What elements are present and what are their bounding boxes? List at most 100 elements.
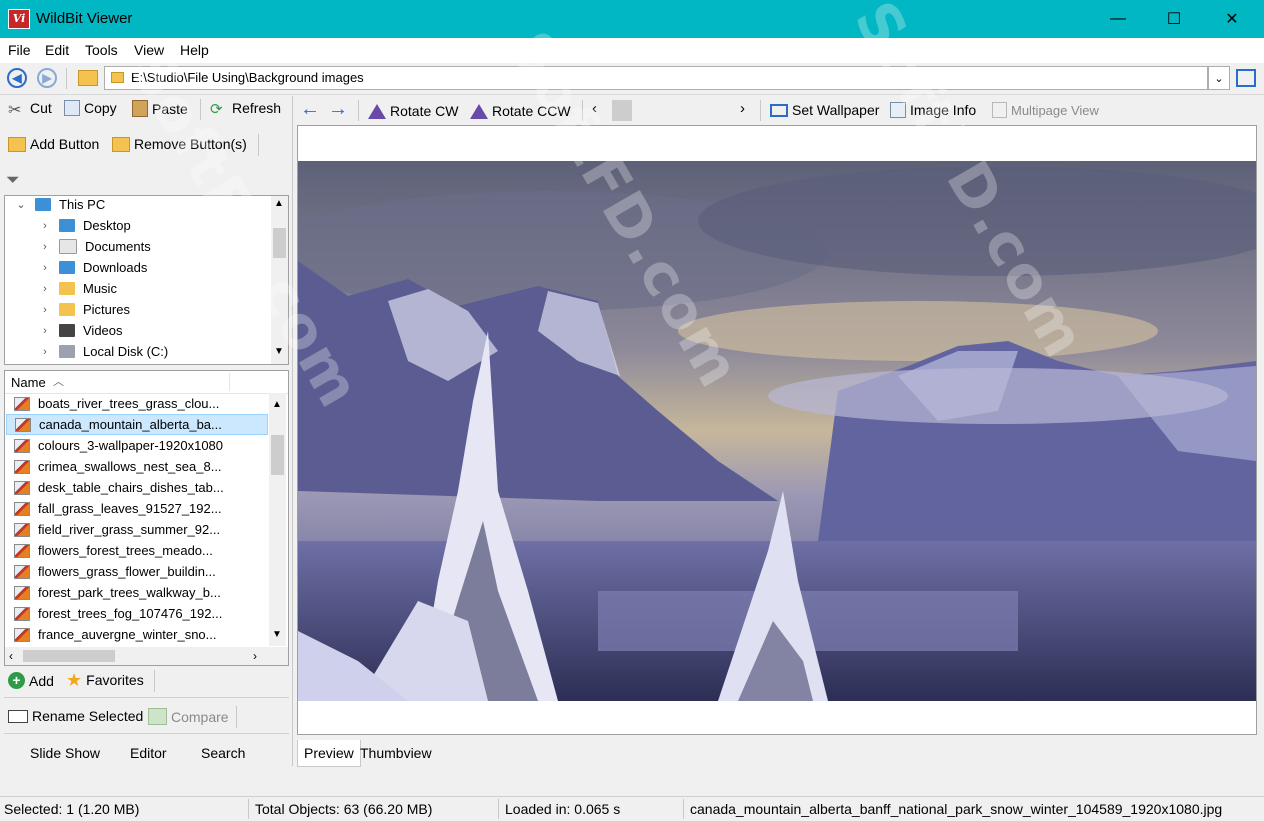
rotate-ccw-button[interactable]: Rotate CCW (470, 103, 571, 119)
multipage-icon (992, 102, 1007, 118)
file-row[interactable]: forest_park_trees_walkway_b... (6, 582, 268, 603)
chevron-right-icon[interactable]: › (37, 241, 53, 253)
separator (236, 706, 237, 728)
file-row-selected[interactable]: canada_mountain_alberta_ba... (6, 414, 268, 435)
chevron-right-icon[interactable]: › (37, 262, 53, 274)
previous-image-icon[interactable]: ← (300, 98, 320, 121)
copy-button[interactable]: Copy (64, 100, 117, 116)
chevron-right-icon[interactable]: › (37, 304, 53, 316)
next-image-icon[interactable]: → (328, 98, 348, 121)
column-header-name[interactable]: Name (11, 375, 46, 390)
image-file-icon (14, 564, 30, 579)
tree-item-desktop[interactable]: › Desktop (37, 215, 131, 236)
tab-thumbview[interactable]: Thumbview (354, 740, 438, 766)
separator (66, 68, 67, 89)
image-preview[interactable] (297, 125, 1257, 735)
image-info-button[interactable]: Image Info (890, 102, 976, 118)
forward-icon[interactable]: ▶ (37, 68, 57, 88)
tab-preview[interactable]: Preview (297, 740, 361, 767)
back-icon[interactable]: ◀ (7, 68, 27, 88)
file-row[interactable]: boats_river_trees_grass_clou... (6, 393, 268, 414)
folder-tree[interactable]: ⌄ This PC › Desktop › Documents › Downlo… (4, 195, 289, 365)
file-row[interactable]: field_river_grass_summer_92... (6, 519, 268, 540)
chevron-left-icon[interactable]: ‹ (592, 100, 597, 117)
rotate-cw-button[interactable]: Rotate CW (368, 103, 458, 119)
window-title: WildBit Viewer (36, 10, 133, 27)
close-button[interactable]: ✕ (1204, 0, 1260, 38)
tree-item-local-disk[interactable]: › Local Disk (C:) (37, 341, 168, 362)
scroll-left-icon[interactable]: ‹ (9, 649, 13, 663)
tree-item-music[interactable]: › Music (37, 278, 117, 299)
add-button-button[interactable]: Add Button (8, 136, 99, 152)
scroll-right-icon[interactable]: › (253, 649, 257, 663)
file-row[interactable]: crimea_swallows_nest_sea_8... (6, 456, 268, 477)
file-row[interactable]: france_auvergne_winter_sno... (6, 624, 268, 645)
file-row[interactable]: flowers_forest_trees_meado... (6, 540, 268, 561)
paste-button[interactable]: Paste (132, 100, 188, 117)
computer-icon (35, 198, 51, 211)
pane-splitter[interactable] (292, 96, 293, 766)
toolbar-scroller[interactable]: ‹ › (588, 100, 756, 121)
scroll-thumb[interactable] (612, 100, 632, 121)
filter-icon[interactable]: ⏷ (6, 170, 20, 190)
file-row[interactable]: colours_3-wallpaper-1920x1080 (6, 435, 268, 456)
chevron-right-icon[interactable]: › (37, 325, 53, 337)
compare-button[interactable]: Compare (148, 708, 229, 725)
filelist-vertical-scrollbar[interactable]: ▲ ▼ (269, 393, 286, 646)
file-list[interactable]: Name ︿ boats_river_trees_grass_clou... c… (4, 370, 289, 666)
multipage-view-button[interactable]: Multipage View (992, 102, 1099, 118)
slide-show-tab[interactable]: Slide Show (30, 745, 100, 761)
file-row[interactable]: forest_trees_fog_107476_192... (6, 603, 268, 624)
scroll-thumb[interactable] (271, 435, 284, 475)
scroll-thumb[interactable] (273, 228, 286, 258)
tree-scrollbar[interactable]: ▲ ▼ (271, 196, 288, 364)
menu-tools[interactable]: Tools (85, 42, 118, 58)
add-favorite-button[interactable]: + Add (8, 672, 54, 689)
tree-item-this-pc[interactable]: ⌄ This PC (13, 196, 105, 215)
favorites-button[interactable]: ★ Favorites (66, 671, 144, 689)
chevron-right-icon[interactable]: › (37, 220, 53, 232)
cut-button[interactable]: ✂ Cut (8, 100, 52, 119)
file-row[interactable]: desk_table_chairs_dishes_tab... (6, 477, 268, 498)
filelist-horizontal-scrollbar[interactable]: ‹ › (5, 647, 288, 665)
address-field[interactable]: E:\Studio\File Using\Background images (104, 66, 1208, 90)
scroll-up-icon[interactable]: ▲ (272, 399, 282, 410)
separator (498, 799, 499, 819)
tree-item-downloads[interactable]: › Downloads (37, 257, 147, 278)
videos-icon (59, 324, 75, 337)
scroll-up-icon[interactable]: ▲ (274, 198, 284, 209)
chevron-right-icon[interactable]: › (37, 346, 53, 358)
rename-selected-button[interactable]: Rename Selected (8, 708, 143, 724)
image-file-icon (14, 522, 30, 537)
folder-up-icon[interactable] (78, 70, 98, 86)
scroll-thumb[interactable] (23, 650, 115, 662)
tree-item-videos[interactable]: › Videos (37, 320, 122, 341)
tree-item-pictures[interactable]: › Pictures (37, 299, 130, 320)
editor-tab[interactable]: Editor (130, 745, 167, 761)
chevron-right-icon[interactable]: › (37, 283, 53, 295)
file-row[interactable]: flowers_grass_flower_buildin... (6, 561, 268, 582)
downloads-icon (59, 261, 75, 274)
maximize-button[interactable]: ☐ (1146, 0, 1202, 38)
minimize-button[interactable]: — (1090, 0, 1146, 38)
file-row[interactable]: fall_grass_leaves_91527_192... (6, 498, 268, 519)
menu-edit[interactable]: Edit (45, 42, 69, 58)
separator (258, 134, 259, 156)
scroll-down-icon[interactable]: ▼ (274, 346, 284, 357)
set-wallpaper-button[interactable]: Set Wallpaper (770, 102, 879, 118)
menu-help[interactable]: Help (180, 42, 209, 58)
remove-button-button[interactable]: Remove Button(s) (112, 136, 247, 152)
menu-file[interactable]: File (8, 42, 31, 58)
rotate-ccw-icon (470, 103, 488, 119)
refresh-button[interactable]: ⟳ Refresh (210, 100, 281, 118)
menu-view[interactable]: View (134, 42, 164, 58)
address-dropdown-button[interactable]: ⌄ (1208, 66, 1230, 90)
fullscreen-icon[interactable] (1236, 69, 1256, 87)
search-tab[interactable]: Search (201, 745, 245, 761)
scroll-down-icon[interactable]: ▼ (272, 629, 282, 640)
sort-ascending-icon: ︿ (53, 376, 64, 388)
chevron-right-icon[interactable]: › (740, 100, 745, 117)
separator (358, 100, 359, 121)
tree-item-documents[interactable]: › Documents (37, 236, 151, 257)
chevron-down-icon[interactable]: ⌄ (13, 198, 29, 211)
